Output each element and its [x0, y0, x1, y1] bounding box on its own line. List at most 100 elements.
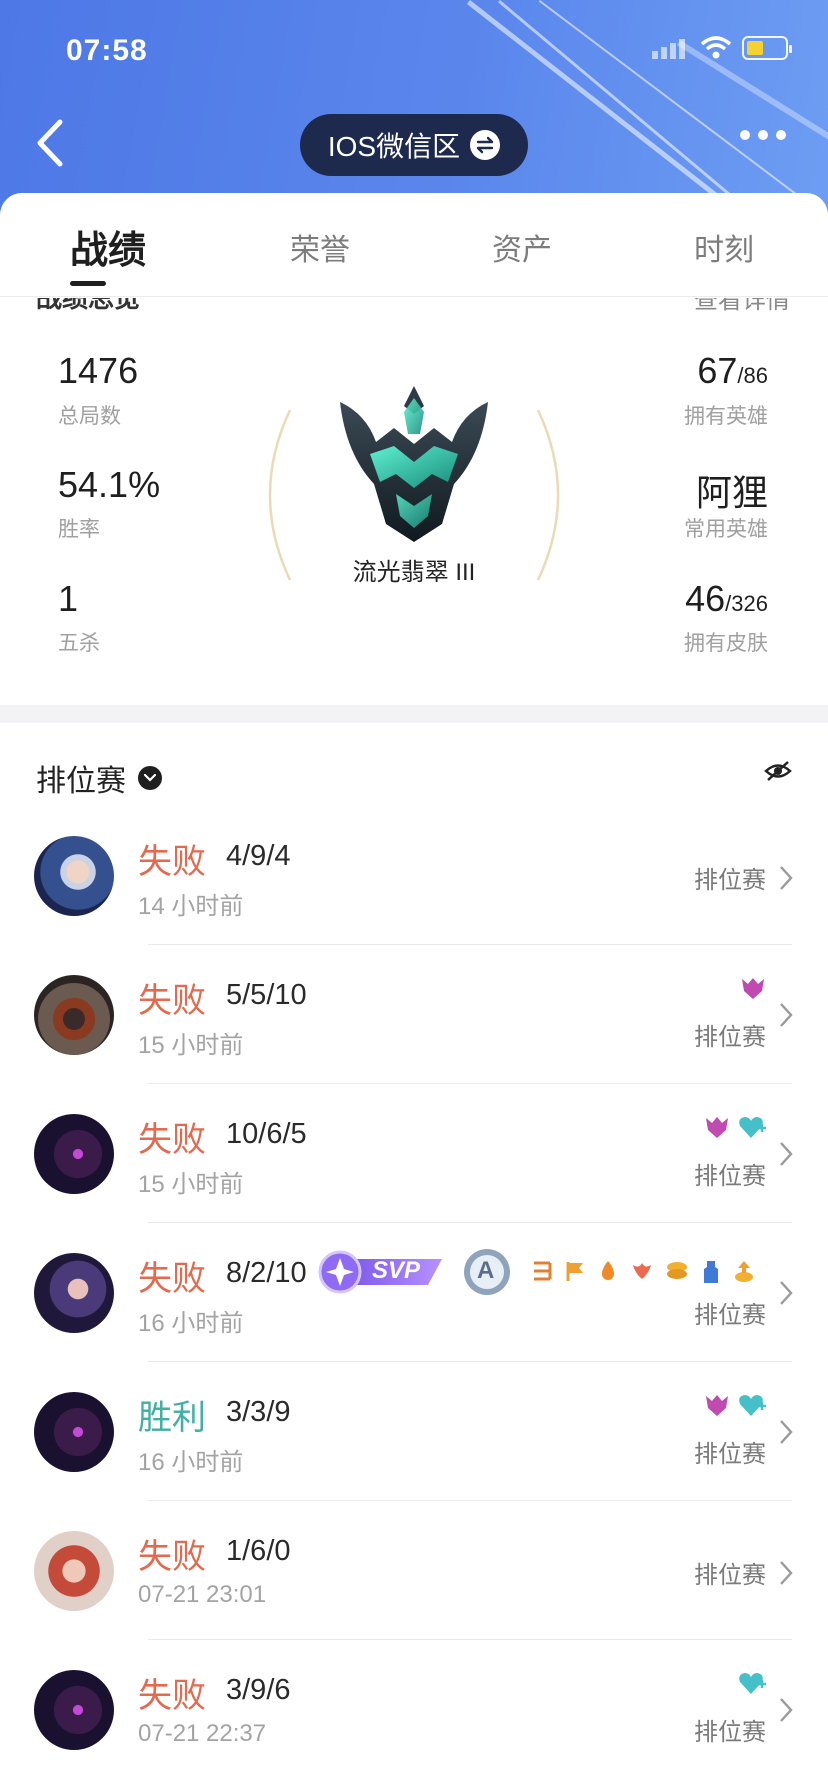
total-games-label: 总局数 [58, 405, 121, 428]
match-result: 失败 [138, 1677, 206, 1715]
overview-title: 战绩总览 [36, 298, 141, 313]
heart-heal-icon [739, 1395, 766, 1416]
chevron-right-icon [780, 1561, 793, 1585]
common-hero-value: 阿狸 [695, 472, 768, 513]
chevron-right-icon [780, 1142, 793, 1166]
match-result: 失败 [138, 843, 206, 881]
demon-badge-icon [742, 978, 764, 999]
total-games-value: 1476 [58, 350, 139, 391]
match-time: 07-21 23:01 [138, 1581, 267, 1608]
win-rate-label: 胜率 [58, 518, 100, 541]
match-kda: 8/2/10 [226, 1257, 307, 1289]
match-badges [704, 1392, 766, 1418]
hero-avatar [34, 1114, 114, 1194]
coins-icon [667, 1262, 687, 1279]
fire-icon [602, 1261, 614, 1280]
rank-name: 流光翡翠 III [352, 559, 476, 586]
match-row[interactable]: 胜利 3/3/9 16 小时前 排位赛 [0, 1362, 828, 1501]
match-kda: 3/9/6 [226, 1674, 291, 1706]
tab-record[interactable]: 战绩 [70, 219, 146, 274]
swap-icon [470, 130, 501, 160]
owned-heroes-label: 拥有英雄 [684, 405, 768, 428]
common-hero-label: 常用英雄 [684, 518, 768, 541]
match-row[interactable]: 失败 10/6/5 15 小时前 排位赛 [0, 1084, 828, 1223]
match-mode: 排位赛 [694, 1562, 766, 1589]
back-button[interactable] [34, 118, 68, 168]
match-mode: 排位赛 [694, 867, 766, 894]
hero-avatar [34, 975, 114, 1055]
chevron-right-icon [780, 1420, 793, 1444]
match-result: 失败 [138, 1538, 206, 1576]
match-mode: 排位赛 [694, 1024, 766, 1051]
demon-badge-icon [706, 1117, 728, 1138]
tab-honor[interactable]: 荣誉 [290, 225, 350, 269]
section-divider [0, 705, 828, 723]
owned-skins-value: 46/326 [685, 578, 768, 619]
heart-heal-icon [739, 1673, 766, 1694]
tab-active-indicator [70, 281, 106, 286]
more-button[interactable] [740, 130, 786, 140]
match-time: 16 小时前 [138, 1310, 244, 1337]
hero-avatar [34, 1392, 114, 1472]
match-time: 15 小时前 [138, 1032, 244, 1059]
match-time: 14 小时前 [138, 893, 244, 920]
chevron-down-icon [138, 766, 162, 790]
server-switch-button[interactable]: IOS微信区 [300, 114, 528, 176]
lotus-icon [633, 1263, 651, 1279]
header-decoration [498, 0, 822, 215]
chevron-right-icon [780, 1698, 793, 1722]
hero-avatar [34, 836, 114, 916]
server-label: IOS微信区 [327, 131, 461, 162]
hero-avatar [34, 1670, 114, 1750]
match-mode: 排位赛 [694, 1302, 766, 1329]
match-filter-dropdown[interactable]: 排位赛 [36, 756, 162, 800]
match-badges [740, 975, 766, 1001]
chevron-right-icon [780, 1003, 793, 1027]
match-mode: 排位赛 [694, 1441, 766, 1468]
rank-a-label: A [477, 1257, 495, 1284]
match-row[interactable]: 失败 5/5/10 15 小时前 排位赛 [0, 945, 828, 1084]
owned-skins-label: 拥有皮肤 [684, 632, 768, 655]
match-time: 15 小时前 [138, 1171, 244, 1198]
header-decoration [466, 0, 801, 215]
match-time: 07-21 22:37 [138, 1720, 267, 1747]
match-kda: 4/9/4 [226, 840, 291, 872]
match-kda: 1/6/0 [226, 1535, 291, 1567]
pentakills-value: 1 [58, 578, 79, 619]
signal-icon [652, 39, 685, 59]
match-badges [738, 1670, 766, 1696]
match-kda: 5/5/10 [226, 979, 307, 1011]
gold-up-icon [735, 1261, 753, 1282]
owned-heroes-value: 67/86 [697, 350, 768, 391]
triple-kill-icon [534, 1261, 552, 1281]
rank-emblem-icon [340, 386, 488, 542]
match-list-title: 排位赛 [36, 765, 126, 798]
overview-detail-link[interactable]: 查看详情 [694, 298, 790, 315]
tab-moments[interactable]: 时刻 [694, 225, 754, 269]
match-badges [704, 1114, 766, 1140]
match-kda: 10/6/5 [226, 1118, 307, 1150]
match-mode: 排位赛 [694, 1163, 766, 1190]
match-result: 胜利 [138, 1399, 206, 1437]
tab-assets[interactable]: 资产 [492, 225, 552, 269]
match-result: 失败 [138, 982, 206, 1020]
wifi-icon [700, 36, 732, 59]
header: 07:58 IOS微信区 [0, 0, 828, 215]
overview-header-clip: 战绩总览 查看详情 [0, 298, 828, 338]
hide-eye-icon[interactable] [764, 760, 792, 782]
match-row[interactable]: 失败 3/9/6 07-21 22:37 排位赛 [0, 1640, 828, 1779]
hero-avatar [34, 1531, 114, 1611]
chevron-right-icon [780, 866, 793, 890]
heart-heal-icon [739, 1117, 766, 1138]
tab-bar: 战绩 荣誉 资产 时刻 [0, 193, 828, 297]
match-row[interactable]: 失败 1/6/0 07-21 23:01 排位赛 [0, 1501, 828, 1640]
match-result: 失败 [138, 1260, 206, 1298]
match-row[interactable]: 失败 8/2/10 16 小时前 SVP A 排位赛 [0, 1223, 828, 1362]
match-time: 16 小时前 [138, 1449, 244, 1476]
status-time: 07:58 [66, 34, 148, 67]
match-row[interactable]: 失败 4/9/4 14 小时前 排位赛 [0, 806, 828, 945]
demon-badge-icon [706, 1395, 728, 1416]
svp-label: SVP [372, 1257, 421, 1284]
pentakills-label: 五杀 [58, 632, 100, 655]
chevron-right-icon [780, 1281, 793, 1305]
